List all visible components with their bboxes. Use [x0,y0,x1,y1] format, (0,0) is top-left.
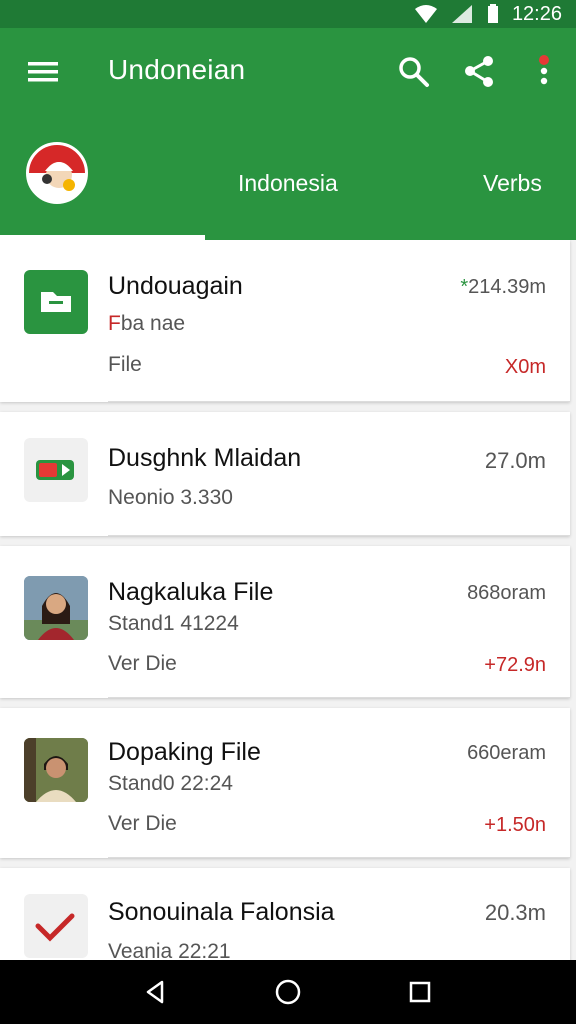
item-size-star: * [460,276,469,298]
item-subtitle-prefix: F [108,312,121,335]
recents-button[interactable] [400,972,440,1012]
list-item[interactable]: Dusghnk Mlaidan Neonio 3.330 27.0m [0,412,570,536]
signal-icon [451,5,472,23]
hamburger-icon [28,62,58,82]
item-title: Dusghnk Mlaidan [108,444,302,472]
tab-verbs[interactable]: Verbs [483,170,542,197]
woman-avatar [24,576,88,640]
home-button[interactable] [268,972,308,1012]
more-vert-icon [539,55,549,85]
item-title: Undouagain [108,272,243,300]
status-time: 12:26 [511,2,562,25]
item-size: 27.0m [484,448,546,473]
status-bar: 12:26 [0,0,576,28]
app-bar: Undoneian Indonesia Verbs [0,28,576,240]
item-subtitle: Veania 22:21 [108,940,231,960]
share-button[interactable] [460,52,500,92]
item-subtitle: Neonio 3.330 [108,486,233,509]
share-icon [465,56,493,87]
menu-button[interactable] [26,54,62,90]
item-title: Nagkaluka File [108,578,274,606]
item-detail: File [108,353,142,376]
tab-bar: Indonesia Verbs [0,148,576,240]
item-subtitle-rest: ba nae [120,312,186,335]
battery-icon [487,4,498,23]
back-triangle-icon [146,980,164,1004]
item-detail: Ver Die [108,652,177,675]
item-change: +1.50n [484,814,546,836]
item-change: X0m [504,356,546,378]
divider [108,857,570,858]
folder-icon [24,270,88,334]
item-title: Dopaking File [108,738,261,766]
home-circle-icon [275,979,301,1005]
checkmark-icon [24,894,88,958]
wifi-icon [414,5,437,23]
item-size: *214.39m [460,276,546,299]
item-subtitle: Stand1 41224 [108,612,239,635]
recents-square-icon [409,981,431,1003]
item-size: 868oram [467,582,546,604]
back-button[interactable] [136,972,176,1012]
video-file-icon [24,438,88,502]
list-item[interactable]: Undouagain Fba nae File *214.39m X0m [0,240,570,402]
search-icon [399,57,429,87]
file-list: Undouagain Fba nae File *214.39m X0m Dus… [0,240,576,960]
divider [108,535,570,536]
app-title: Undoneian [108,54,246,85]
system-nav-bar [0,960,576,1024]
man-avatar [24,738,88,802]
tab-indonesia[interactable]: Indonesia [238,170,338,197]
list-item[interactable]: Nagkaluka File Stand1 41224 Ver Die 868o… [0,546,570,698]
item-size: 660eram [467,742,546,764]
divider [108,697,570,698]
divider [108,401,570,402]
item-size: 20.3m [484,900,546,925]
item-detail: Ver Die [108,812,177,835]
more-options-button[interactable] [526,52,562,92]
item-subtitle: Stand0 22:24 [108,772,233,795]
list-item[interactable]: Dopaking File Stand0 22:24 Ver Die 660er… [0,708,570,858]
item-subtitle: Fba nae [108,312,185,336]
item-size-value: 214.39m [468,276,546,298]
list-item[interactable]: Sonouinala Falonsia Veania 22:21 20.3m [0,868,570,960]
item-change: +72.9n [484,654,546,676]
item-title: Sonouinala Falonsia [108,898,335,926]
search-button[interactable] [394,52,434,92]
